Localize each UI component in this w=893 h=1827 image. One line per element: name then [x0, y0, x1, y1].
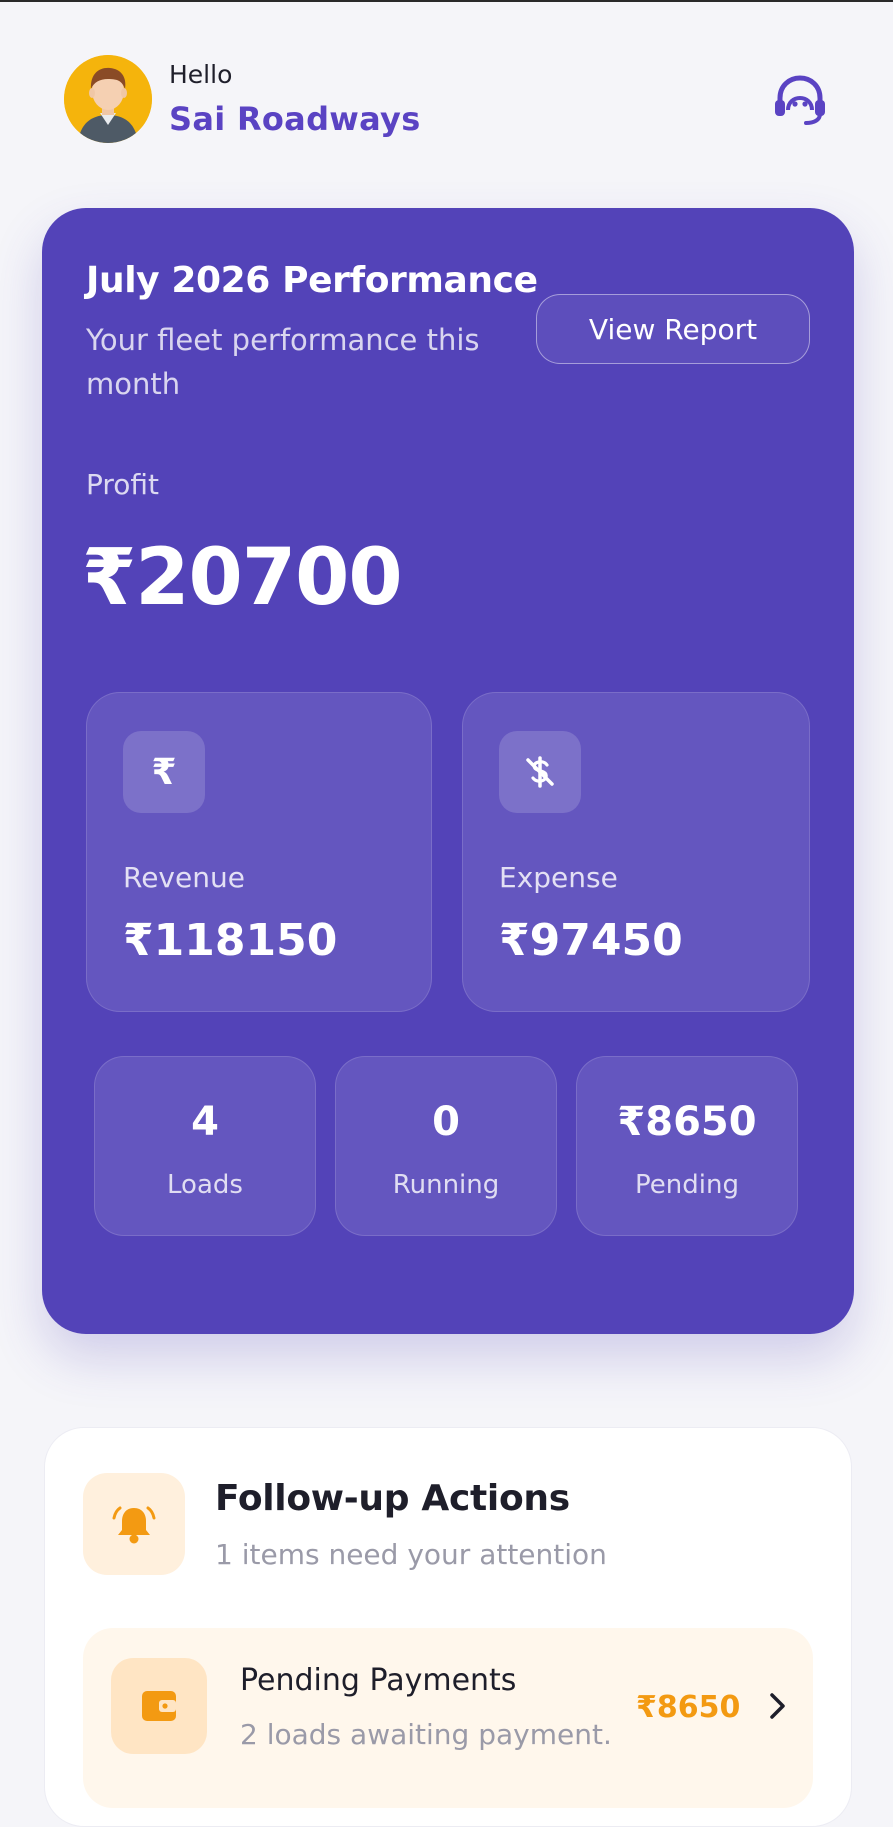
pending-stat[interactable]: ₹8650 Pending	[576, 1056, 798, 1236]
running-label: Running	[392, 1170, 500, 1200]
pending-value: ₹8650	[617, 1099, 757, 1145]
rupee-icon: ₹	[123, 731, 205, 813]
headset-icon[interactable]	[770, 70, 830, 130]
view-report-button[interactable]: View Report	[536, 294, 810, 364]
profit-value: ₹20700	[82, 533, 403, 623]
status-bar-edge	[0, 0, 893, 2]
expense-card[interactable]: Expense ₹97450	[462, 692, 810, 1012]
loads-label: Loads	[167, 1170, 243, 1200]
followup-title: Follow-up Actions	[215, 1478, 570, 1519]
followup-card: Follow-up Actions 1 items need your atte…	[44, 1427, 852, 1827]
performance-card: July 2026 Performance Your fleet perform…	[42, 208, 854, 1334]
running-stat[interactable]: 0 Running	[335, 1056, 557, 1236]
chevron-right-icon[interactable]	[763, 1688, 791, 1724]
avatar[interactable]	[64, 55, 152, 143]
pending-payments-item[interactable]: Pending Payments 2 loads awaiting paymen…	[83, 1628, 813, 1808]
pending-payments-title: Pending Payments	[240, 1663, 517, 1698]
pending-payments-amount: ₹8650	[636, 1690, 741, 1725]
revenue-label: Revenue	[123, 861, 245, 894]
greeting-text: Hello	[169, 60, 233, 89]
profit-label: Profit	[86, 468, 160, 501]
performance-subtitle: Your fleet performance this month	[86, 323, 480, 401]
revenue-value: ₹118150	[123, 915, 338, 966]
revenue-card[interactable]: ₹ Revenue ₹118150	[86, 692, 432, 1012]
followup-subtitle: 1 items need your attention	[215, 1538, 607, 1571]
pending-label: Pending	[635, 1170, 739, 1200]
bell-icon	[83, 1473, 185, 1575]
company-name: Sai Roadways	[169, 100, 421, 138]
expense-value: ₹97450	[499, 915, 683, 966]
loads-value: 4	[191, 1099, 219, 1145]
no-money-icon	[499, 731, 581, 813]
wallet-icon	[111, 1658, 207, 1754]
running-value: 0	[432, 1099, 460, 1145]
user-avatar-icon	[64, 55, 152, 143]
expense-label: Expense	[499, 861, 618, 894]
performance-title: July 2026 Performance	[86, 260, 538, 301]
pending-payments-subtitle: 2 loads awaiting payment.	[240, 1718, 612, 1751]
loads-stat[interactable]: 4 Loads	[94, 1056, 316, 1236]
